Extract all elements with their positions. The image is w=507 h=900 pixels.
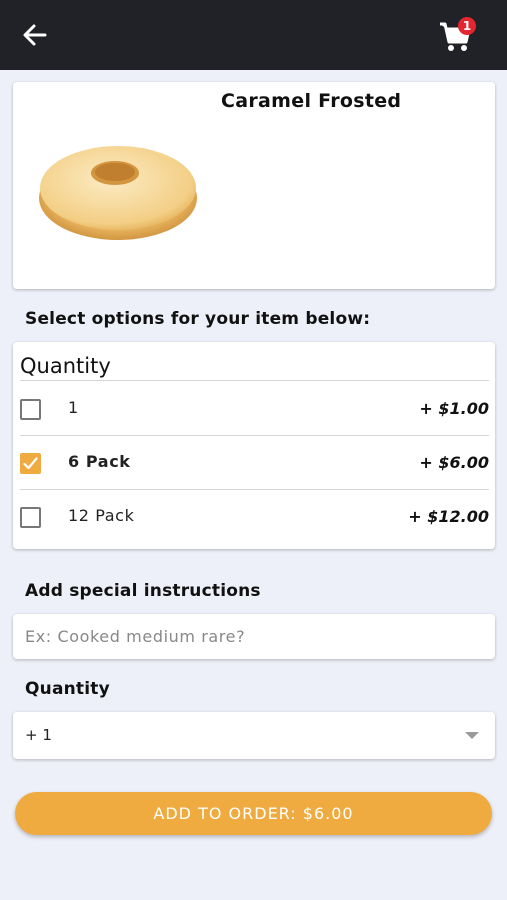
- checkbox-checked[interactable]: [20, 453, 41, 474]
- quantity-select[interactable]: + 1: [13, 712, 495, 759]
- option-price: + $6.00: [419, 453, 489, 472]
- option-label: 1: [68, 398, 79, 417]
- divider: [20, 380, 489, 381]
- quantity-label: Quantity: [25, 679, 110, 699]
- option-label: 6 Pack: [68, 452, 131, 471]
- option-price: + $1.00: [419, 399, 489, 418]
- option-row-6-pack[interactable]: 6 Pack + $6.00: [13, 436, 495, 490]
- option-price: + $12.00: [408, 507, 489, 526]
- arrow-left-icon: [23, 24, 47, 46]
- options-prompt: Select options for your item below:: [25, 309, 371, 329]
- option-label: 12 Pack: [68, 506, 135, 525]
- checkbox[interactable]: [20, 399, 41, 420]
- option-row-1[interactable]: 1 + $1.00: [13, 382, 495, 436]
- top-app-bar: 1: [0, 0, 507, 70]
- product-card: Caramel Frosted: [13, 82, 495, 289]
- option-row-12-pack[interactable]: 12 Pack + $12.00: [13, 490, 495, 544]
- quantity-selected-value: + 1: [25, 726, 52, 744]
- cart-count-badge: 1: [458, 17, 476, 35]
- product-title: Caramel Frosted: [221, 90, 402, 112]
- options-heading: Quantity: [20, 354, 111, 378]
- checkmark-icon: [23, 457, 38, 470]
- checkbox[interactable]: [20, 507, 41, 528]
- caret-down-icon: [465, 732, 479, 739]
- options-card: Quantity 1 + $1.00 6 Pack + $6.00 12 Pac…: [13, 342, 495, 549]
- special-instructions-input[interactable]: [13, 614, 495, 659]
- product-image: [39, 146, 197, 240]
- add-to-order-button[interactable]: ADD TO ORDER: $6.00: [15, 792, 492, 835]
- back-button[interactable]: [18, 20, 52, 50]
- instructions-label: Add special instructions: [25, 581, 261, 601]
- cart-button[interactable]: 1: [434, 14, 484, 54]
